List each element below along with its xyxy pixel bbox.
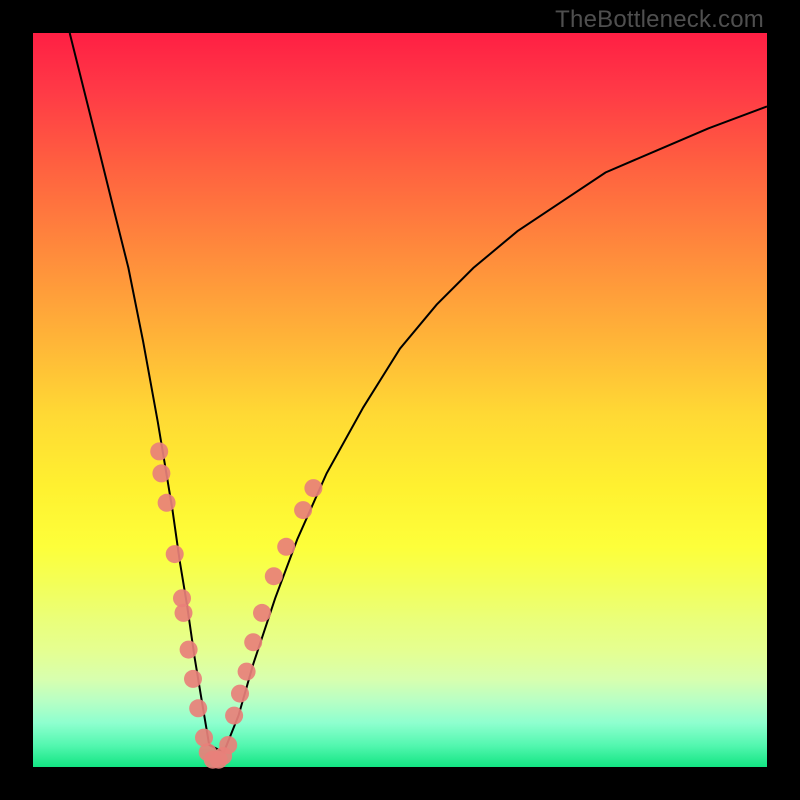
markers-group [150, 442, 322, 768]
data-marker [180, 641, 198, 659]
data-marker [304, 479, 322, 497]
data-marker [265, 567, 283, 585]
data-marker [175, 604, 193, 622]
watermark-text: TheBottleneck.com [555, 6, 764, 34]
data-marker [158, 494, 176, 512]
curve-line-group [70, 33, 767, 752]
data-marker [219, 736, 237, 754]
data-marker [150, 442, 168, 460]
data-marker [277, 538, 295, 556]
data-marker [231, 685, 249, 703]
data-marker [166, 545, 184, 563]
chart-svg [0, 0, 800, 800]
data-marker [189, 699, 207, 717]
data-marker [225, 707, 243, 725]
data-marker [184, 670, 202, 688]
data-marker [253, 604, 271, 622]
data-marker [294, 501, 312, 519]
data-marker [244, 633, 262, 651]
data-marker [152, 464, 170, 482]
data-marker [238, 663, 256, 681]
bottleneck-curve [70, 33, 767, 752]
